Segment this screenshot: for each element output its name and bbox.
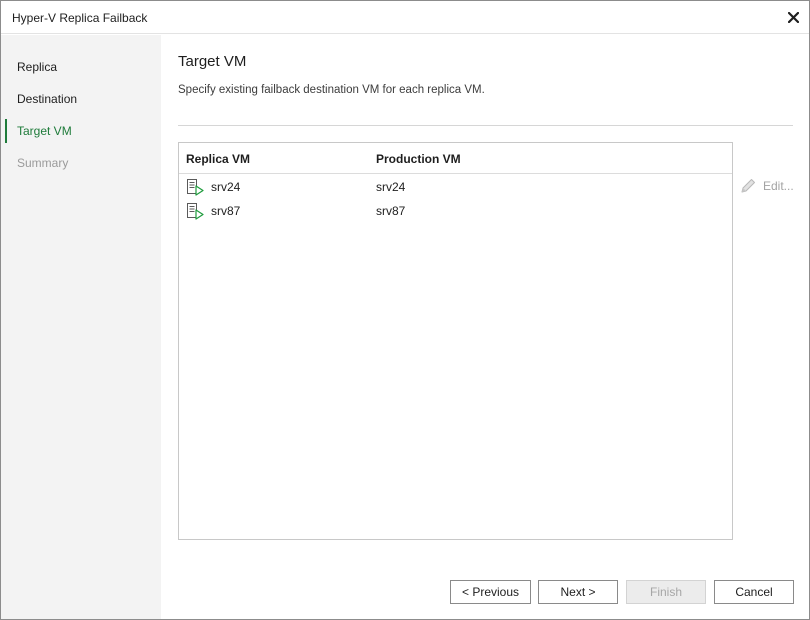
title-bar: Hyper-V Replica Failback <box>1 1 809 34</box>
wizard-steps-sidebar: Replica Destination Target VM Summary <box>1 35 161 619</box>
table-row[interactable]: srv24 srv24 <box>179 175 732 199</box>
next-button[interactable]: Next > <box>538 580 618 604</box>
replica-vm-name: srv24 <box>211 180 241 194</box>
page-description: Specify existing failback destination VM… <box>178 84 485 96</box>
main-panel: Target VM Specify existing failback dest… <box>161 35 809 619</box>
sidebar-item-target-vm[interactable]: Target VM <box>1 119 161 143</box>
previous-button[interactable]: < Previous <box>450 580 531 604</box>
close-icon <box>787 11 799 23</box>
window-title: Hyper-V Replica Failback <box>12 11 148 25</box>
replica-vm-name: srv87 <box>211 204 241 218</box>
sidebar-item-summary: Summary <box>1 151 161 175</box>
table-row[interactable]: srv87 srv87 <box>179 199 732 223</box>
pencil-icon <box>741 179 755 193</box>
column-header-production-vm[interactable]: Production VM <box>376 152 461 166</box>
table-header: Replica VM Production VM <box>179 143 732 174</box>
vm-replica-icon <box>187 203 204 220</box>
sidebar-item-label: Target VM <box>17 124 72 138</box>
divider <box>178 125 793 126</box>
close-button[interactable] <box>783 7 803 27</box>
sidebar-item-label: Destination <box>17 92 78 106</box>
production-vm-name: srv24 <box>376 180 406 194</box>
sidebar-item-label: Summary <box>17 156 69 170</box>
edit-button[interactable]: Edit... <box>739 176 794 196</box>
sidebar-item-destination[interactable]: Destination <box>1 87 161 111</box>
production-vm-name: srv87 <box>376 204 406 218</box>
finish-button: Finish <box>626 580 706 604</box>
wizard-window: Hyper-V Replica Failback Replica Destina… <box>0 0 810 620</box>
sidebar-item-replica[interactable]: Replica <box>1 55 161 79</box>
column-header-replica-vm[interactable]: Replica VM <box>186 152 250 166</box>
vm-replica-icon <box>187 179 204 196</box>
edit-button-label: Edit... <box>763 179 794 193</box>
page-title: Target VM <box>178 53 247 70</box>
vm-mapping-table[interactable]: Replica VM Production VM srv24 srv24 srv… <box>178 142 733 540</box>
sidebar-item-label: Replica <box>17 60 58 74</box>
cancel-button[interactable]: Cancel <box>714 580 794 604</box>
